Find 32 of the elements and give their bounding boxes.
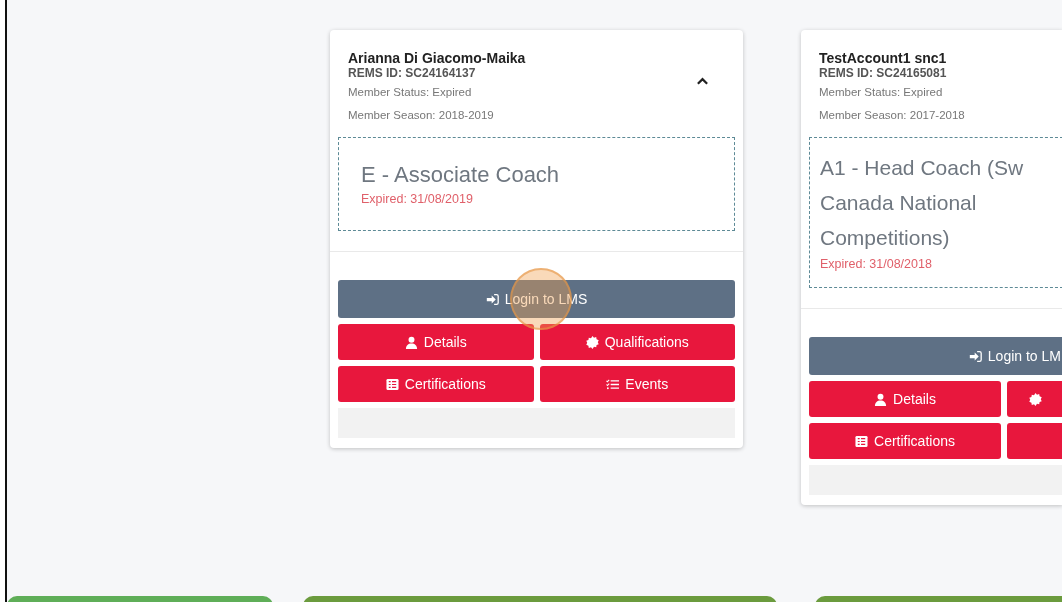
qualifications-button[interactable] [1007, 381, 1062, 417]
qualification-title: E - Associate Coach [361, 161, 561, 189]
details-button[interactable]: Details [338, 324, 534, 360]
user-icon [874, 392, 888, 406]
details-button[interactable]: Details [809, 381, 1001, 417]
expiry-date: Expired: 31/08/2019 [361, 191, 474, 208]
list-icon [385, 377, 399, 391]
member-season: Member Season: 2017-2018 [819, 108, 965, 123]
member-status: Member Status: Expired [348, 85, 473, 100]
certifications-button[interactable]: Certifications [809, 423, 1001, 459]
badge-icon [1028, 392, 1042, 406]
badge-icon [585, 335, 599, 349]
member-status: Member Status: Expired [819, 85, 944, 100]
sign-in-icon [485, 292, 499, 306]
login-button[interactable]: Login to LM [809, 337, 1062, 375]
member-season: Member Season: 2018-2019 [348, 108, 495, 123]
rems-id: REMS ID: SC24165081 [819, 66, 948, 81]
events-button[interactable]: Events [539, 366, 735, 402]
qualifications-button[interactable]: Qualifications [539, 324, 735, 360]
user-icon [404, 335, 418, 349]
collapse-chevron-icon[interactable] [696, 76, 709, 86]
checklist-icon [606, 377, 620, 391]
rems-id: REMS ID: SC24164137 [348, 66, 477, 81]
member-name: Arianna Di Giacomo-Maika [348, 50, 526, 66]
list-icon [855, 434, 869, 448]
sign-in-icon [968, 349, 982, 363]
qualification-title: A1 - Head Coach (Sw [820, 155, 1025, 181]
expiry-date: Expired: 31/08/2018 [820, 256, 933, 273]
certifications-button[interactable]: Certifications [338, 366, 534, 402]
qualification-title: Canada National [820, 190, 978, 216]
qualification-title: Competitions) [820, 225, 951, 251]
member-name: TestAccount1 snc1 [819, 50, 948, 66]
